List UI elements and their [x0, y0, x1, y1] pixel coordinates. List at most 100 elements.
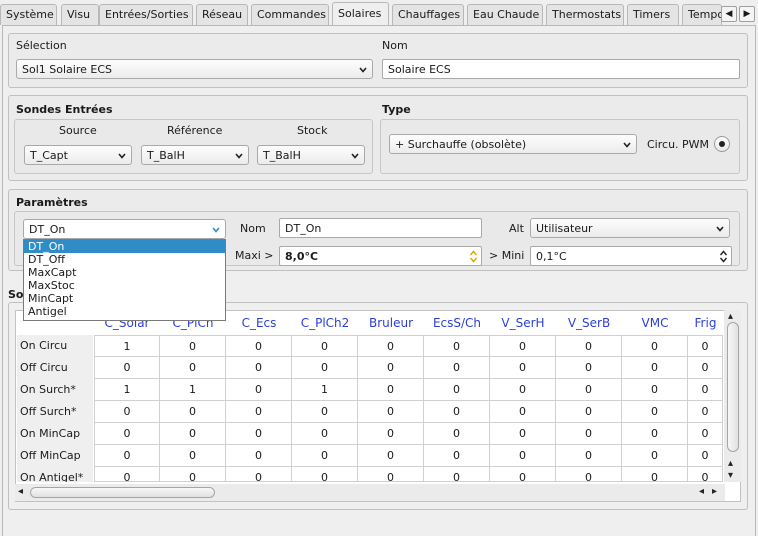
- table-cell[interactable]: 0: [688, 335, 723, 357]
- table-cell[interactable]: 0: [94, 357, 160, 379]
- table-cell[interactable]: 0: [688, 401, 723, 423]
- table-cell[interactable]: 0: [490, 335, 556, 357]
- table-cell[interactable]: 0: [688, 423, 723, 445]
- tab-thermostats[interactable]: Thermostats: [546, 4, 624, 25]
- table-cell[interactable]: 0: [622, 401, 688, 423]
- table-cell[interactable]: 0: [358, 467, 424, 482]
- table-cell[interactable]: 1: [160, 379, 226, 401]
- table-cell[interactable]: 0: [424, 445, 490, 467]
- table-cell[interactable]: 0: [292, 401, 358, 423]
- table-cell[interactable]: 0: [556, 379, 622, 401]
- column-header[interactable]: Frig: [688, 316, 723, 332]
- table-cell[interactable]: 0: [94, 467, 160, 482]
- table-cell[interactable]: 0: [358, 423, 424, 445]
- column-header[interactable]: C_PlCh2: [292, 316, 358, 332]
- table-vertical-scrollbar[interactable]: ▴ ▴ ▾: [724, 310, 741, 482]
- table-cell[interactable]: 0: [94, 401, 160, 423]
- table-cell[interactable]: 0: [160, 357, 226, 379]
- table-cell[interactable]: 0: [622, 423, 688, 445]
- table-cell[interactable]: 0: [358, 357, 424, 379]
- column-header[interactable]: V_SerB: [556, 316, 622, 332]
- selection-combo[interactable]: Sol1 Solaire ECS: [16, 59, 373, 79]
- table-cell[interactable]: 0: [424, 357, 490, 379]
- alt-combo[interactable]: Utilisateur: [530, 218, 730, 238]
- dropdown-option[interactable]: Antigel: [24, 305, 225, 318]
- table-cell[interactable]: 0: [226, 423, 292, 445]
- table-cell[interactable]: 0: [688, 445, 723, 467]
- table-cell[interactable]: 0: [556, 423, 622, 445]
- dropdown-option[interactable]: MaxStoc: [24, 279, 225, 292]
- table-cell[interactable]: 0: [358, 445, 424, 467]
- source-combo[interactable]: T_Capt: [24, 145, 132, 165]
- table-cell[interactable]: 0: [622, 467, 688, 482]
- row-header[interactable]: On Surch*: [17, 379, 93, 401]
- table-cell[interactable]: 0: [556, 357, 622, 379]
- column-header[interactable]: EcsS/Ch: [424, 316, 490, 332]
- tab-scroll-left-button[interactable]: ◀: [721, 6, 737, 22]
- tab-scroll-right-button[interactable]: ▶: [739, 6, 755, 22]
- column-header[interactable]: C_Ecs: [226, 316, 292, 332]
- table-cell[interactable]: 0: [160, 401, 226, 423]
- table-cell[interactable]: 0: [160, 335, 226, 357]
- table-cell[interactable]: 0: [556, 401, 622, 423]
- spin-arrows-icon[interactable]: [719, 249, 728, 264]
- maxi-spinbox[interactable]: 8,0°C: [279, 246, 482, 266]
- table-cell[interactable]: 0: [556, 467, 622, 482]
- scroll-up-arrow-icon[interactable]: ▴: [728, 459, 733, 469]
- table-cell[interactable]: 0: [226, 467, 292, 482]
- tab-visu[interactable]: Visu: [61, 4, 99, 25]
- table-cell[interactable]: 0: [556, 335, 622, 357]
- table-cell[interactable]: 0: [160, 445, 226, 467]
- dropdown-option[interactable]: MaxCapt: [24, 266, 225, 279]
- table-cell[interactable]: 0: [622, 379, 688, 401]
- row-header[interactable]: Off Circu: [17, 357, 93, 379]
- row-header[interactable]: On Antigel*: [17, 467, 93, 482]
- table-cell[interactable]: 0: [160, 423, 226, 445]
- table-cell[interactable]: 0: [688, 357, 723, 379]
- row-header[interactable]: Off Surch*: [17, 401, 93, 423]
- scroll-left-arrow-icon[interactable]: ◂: [18, 487, 23, 497]
- table-cell[interactable]: 0: [424, 467, 490, 482]
- dropdown-option[interactable]: DT_Off: [24, 253, 225, 266]
- column-header[interactable]: V_SerH: [490, 316, 556, 332]
- table-cell[interactable]: 0: [226, 401, 292, 423]
- table-cell[interactable]: 0: [226, 335, 292, 357]
- table-cell[interactable]: 0: [556, 445, 622, 467]
- vertical-scroll-thumb[interactable]: [727, 322, 739, 452]
- table-cell[interactable]: 0: [424, 401, 490, 423]
- table-cell[interactable]: 0: [490, 445, 556, 467]
- scroll-up-arrow-icon[interactable]: ▴: [728, 312, 733, 322]
- param-nom-input[interactable]: DT_On: [279, 218, 482, 238]
- table-cell[interactable]: 0: [226, 379, 292, 401]
- table-cell[interactable]: 0: [688, 379, 723, 401]
- table-cell[interactable]: 0: [160, 467, 226, 482]
- row-header[interactable]: On MinCap: [17, 423, 93, 445]
- mini-spinbox[interactable]: 0,1°C: [530, 246, 732, 266]
- scroll-left-arrow-icon[interactable]: ◂: [699, 487, 704, 497]
- tab-timers[interactable]: Timers: [627, 4, 679, 25]
- table-cell[interactable]: 1: [94, 379, 160, 401]
- row-header[interactable]: Off MinCap: [17, 445, 93, 467]
- table-cell[interactable]: 1: [292, 379, 358, 401]
- nom-input[interactable]: Solaire ECS: [382, 59, 740, 79]
- table-cell[interactable]: 0: [292, 445, 358, 467]
- table-cell[interactable]: 0: [424, 379, 490, 401]
- table-horizontal-scrollbar[interactable]: ◂ ◂ ▸: [15, 484, 725, 501]
- table-cell[interactable]: 0: [358, 335, 424, 357]
- tab-tempo[interactable]: Tempo: [682, 4, 722, 25]
- table-cell[interactable]: 0: [490, 467, 556, 482]
- spin-arrows-icon[interactable]: [469, 249, 478, 264]
- table-cell[interactable]: 0: [622, 357, 688, 379]
- dropdown-option[interactable]: DT_On: [24, 240, 225, 253]
- stock-combo[interactable]: T_BalH: [257, 145, 365, 165]
- table-cell[interactable]: 0: [226, 445, 292, 467]
- row-header[interactable]: On Circu: [17, 335, 93, 357]
- table-cell[interactable]: 1: [94, 335, 160, 357]
- reference-combo[interactable]: T_BalH: [141, 145, 249, 165]
- table-cell[interactable]: 0: [292, 357, 358, 379]
- table-cell[interactable]: 0: [622, 335, 688, 357]
- column-header[interactable]: Bruleur: [358, 316, 424, 332]
- horizontal-scroll-thumb[interactable]: [30, 487, 215, 498]
- table-cell[interactable]: 0: [490, 357, 556, 379]
- column-header[interactable]: VMC: [622, 316, 688, 332]
